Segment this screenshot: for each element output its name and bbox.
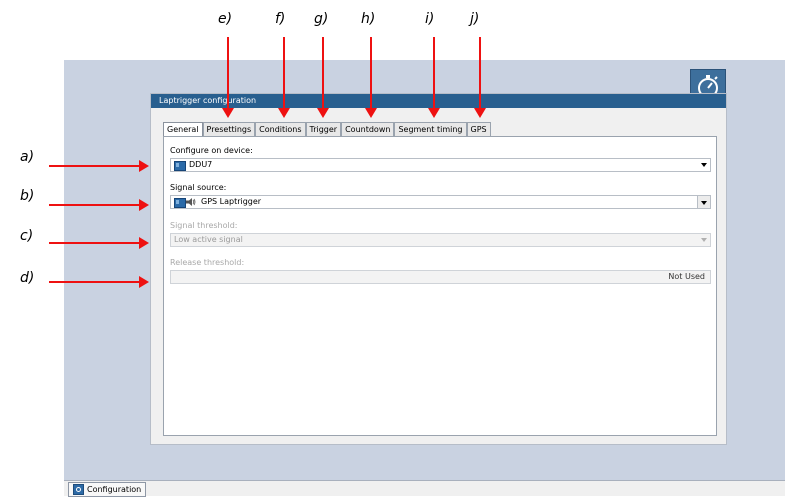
configure-on-device-dropdown[interactable]: DDU7 xyxy=(170,158,711,172)
tab-bar: General Presettings Conditions Trigger C… xyxy=(163,122,491,137)
annotation-g: g) xyxy=(314,11,329,27)
annotation-arrow-f xyxy=(278,37,290,118)
release-threshold-value: Not Used xyxy=(668,272,705,281)
signal-threshold-value: Low active signal xyxy=(174,235,243,244)
annotation-e: e) xyxy=(218,11,233,27)
dropdown-caret-icon xyxy=(701,163,707,167)
annotation-arrow-h xyxy=(365,37,377,118)
dropdown-caret-icon[interactable] xyxy=(697,196,710,208)
annotation-i: i) xyxy=(425,11,435,27)
release-threshold-label: Release threshold: xyxy=(170,258,245,267)
signal-threshold-label: Signal threshold: xyxy=(170,221,238,230)
annotation-arrow-c xyxy=(49,237,149,249)
tab-conditions[interactable]: Conditions xyxy=(255,122,306,136)
annotation-arrow-j xyxy=(474,37,486,118)
annotation-h: h) xyxy=(361,11,376,27)
configuration-taskbar-label: Configuration xyxy=(87,485,142,494)
configure-on-device-label: Configure on device: xyxy=(170,146,253,155)
annotation-arrow-g xyxy=(317,37,329,118)
annotation-arrow-d xyxy=(49,276,149,288)
tab-gps[interactable]: GPS xyxy=(466,122,491,136)
window-title: Laptrigger configuration xyxy=(151,94,726,108)
annotation-b: b) xyxy=(20,188,35,204)
release-threshold-field: Not Used xyxy=(170,270,711,284)
annotation-j: j) xyxy=(470,11,480,27)
signal-source-value: GPS Laptrigger xyxy=(201,197,262,206)
stopwatch-icon xyxy=(73,484,84,495)
annotation-arrow-b xyxy=(49,199,149,211)
tab-presettings[interactable]: Presettings xyxy=(202,122,256,136)
annotation-d: d) xyxy=(20,270,35,286)
annotation-arrow-e xyxy=(222,37,234,118)
signal-source-label: Signal source: xyxy=(170,183,227,192)
dropdown-caret-icon xyxy=(701,238,707,242)
general-panel: Configure on device: DDU7 Signal source:… xyxy=(163,136,717,436)
speaker-icon xyxy=(186,198,196,206)
signal-threshold-dropdown: Low active signal xyxy=(170,233,711,247)
device-icon xyxy=(174,161,186,171)
tab-general[interactable]: General xyxy=(163,122,203,137)
signal-source-dropdown[interactable]: GPS Laptrigger xyxy=(170,195,711,209)
configure-on-device-value: DDU7 xyxy=(189,160,213,169)
annotation-f: f) xyxy=(275,11,286,27)
taskbar: Configuration xyxy=(64,480,785,497)
tab-segment-timing[interactable]: Segment timing xyxy=(394,122,467,136)
annotation-c: c) xyxy=(20,228,34,244)
laptrigger-config-window: Laptrigger configuration General Presett… xyxy=(150,93,727,445)
annotation-arrow-a xyxy=(49,160,149,172)
annotation-arrow-i xyxy=(428,37,440,118)
tab-countdown[interactable]: Countdown xyxy=(341,122,395,136)
tab-trigger[interactable]: Trigger xyxy=(305,122,342,136)
device-icon xyxy=(174,198,186,208)
annotation-a: a) xyxy=(20,149,35,165)
